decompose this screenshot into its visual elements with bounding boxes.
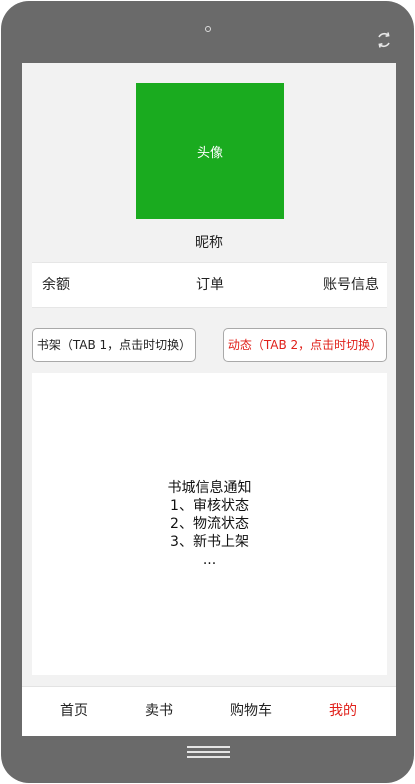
avatar-label: 头像	[196, 145, 223, 161]
notification-title: 书城信息通知	[167, 480, 252, 496]
nav-item-mine[interactable]: 我的	[329, 687, 357, 735]
rotate-icon[interactable]	[375, 31, 393, 49]
orders-link[interactable]: 订单	[196, 263, 224, 307]
nav-item-sell-books[interactable]: 卖书	[145, 687, 173, 735]
nickname: 昵称	[195, 235, 223, 251]
home-menu-icon[interactable]	[187, 746, 230, 760]
notification-line: 1、审核状态	[170, 498, 249, 514]
account-info-link[interactable]: 账号信息	[323, 263, 379, 307]
nav-item-home[interactable]: 首页	[60, 687, 88, 735]
app-screen: 头像 昵称 余额 订单 账号信息 书架（TAB 1，点击时切换） 动态（TAB …	[22, 63, 396, 736]
avatar[interactable]: 头像	[136, 83, 284, 219]
bottom-nav: 首页 卖书 购物车 我的	[22, 686, 396, 736]
notification-ellipsis: ...	[202, 552, 217, 568]
front-camera-icon	[205, 26, 211, 32]
notification-panel: 书城信息通知 1、审核状态 2、物流状态 3、新书上架 ...	[32, 373, 387, 675]
tab-bookshelf[interactable]: 书架（TAB 1，点击时切换）	[32, 328, 196, 362]
notification-line: 2、物流状态	[170, 516, 249, 532]
phone-frame: 头像 昵称 余额 订单 账号信息 书架（TAB 1，点击时切换） 动态（TAB …	[1, 1, 414, 783]
nav-item-cart[interactable]: 购物车	[230, 687, 272, 735]
tab-activity[interactable]: 动态（TAB 2，点击时切换）	[223, 328, 387, 362]
account-info-row: 余额 订单 账号信息	[32, 262, 387, 308]
notification-line: 3、新书上架	[170, 534, 249, 550]
balance-link[interactable]: 余额	[42, 263, 70, 307]
